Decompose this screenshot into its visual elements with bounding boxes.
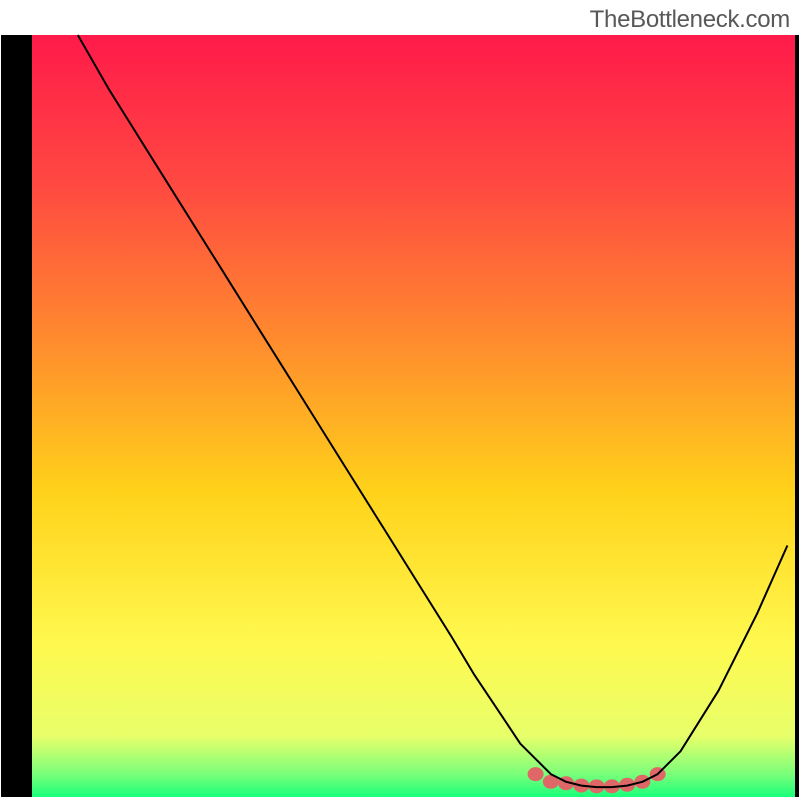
watermark-label: TheBottleneck.com	[590, 6, 790, 34]
curve-marker	[528, 767, 544, 781]
chart-svg	[0, 0, 800, 800]
bottleneck-chart: TheBottleneck.com	[0, 0, 800, 800]
